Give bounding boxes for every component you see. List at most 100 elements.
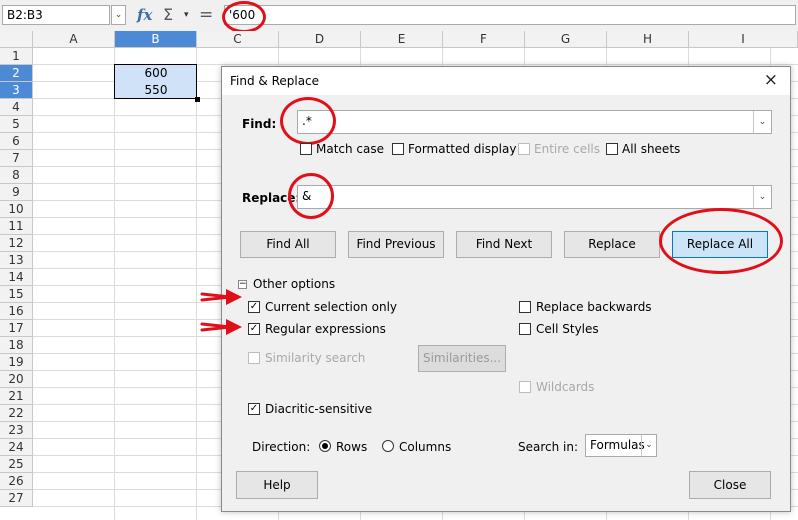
row-header-16[interactable]: 16 — [0, 303, 33, 320]
similarity-search-checkbox — [248, 352, 260, 364]
find-label: Find: — [242, 117, 277, 131]
row-header-2[interactable]: 2 — [0, 65, 33, 82]
replace-backwards-label[interactable]: Replace backwards — [536, 300, 652, 314]
help-button[interactable]: Help — [236, 471, 318, 499]
find-value: .* — [302, 114, 312, 128]
column-header-d[interactable]: D — [279, 31, 361, 48]
row-header-10[interactable]: 10 — [0, 201, 33, 218]
direction-rows-label[interactable]: Rows — [336, 440, 367, 454]
find-dropdown-icon[interactable]: ⌄ — [753, 111, 771, 133]
find-field[interactable]: .* ⌄ — [297, 110, 772, 134]
row-header-15[interactable]: 15 — [0, 286, 33, 303]
name-box[interactable]: B2:B3 — [2, 5, 110, 25]
row-header-23[interactable]: 23 — [0, 422, 33, 439]
similarities-button: Similarities... — [418, 345, 506, 372]
row-header-25[interactable]: 25 — [0, 456, 33, 473]
formatted-display-label[interactable]: Formatted display — [408, 142, 516, 156]
current-selection-only-label[interactable]: Current selection only — [265, 300, 397, 314]
direction-label: Direction: — [252, 440, 311, 454]
row-header-8[interactable]: 8 — [0, 167, 33, 184]
row-header-3[interactable]: 3 — [0, 82, 33, 99]
row-header-1[interactable]: 1 — [0, 48, 33, 65]
find-previous-button[interactable]: Find Previous — [348, 231, 444, 258]
name-box-dropdown-icon[interactable]: ⌄ — [111, 5, 126, 25]
autofill-handle[interactable] — [195, 97, 200, 102]
diacritic-sensitive-checkbox[interactable]: ✓ — [248, 403, 260, 415]
cell-styles-label[interactable]: Cell Styles — [536, 322, 599, 336]
wildcards-label: Wildcards — [536, 380, 595, 394]
cell-styles-checkbox[interactable] — [519, 323, 531, 335]
search-in-value: Formulas — [590, 438, 645, 452]
find-next-button[interactable]: Find Next — [456, 231, 552, 258]
row-header-17[interactable]: 17 — [0, 320, 33, 337]
column-header-a[interactable]: A — [33, 31, 115, 48]
entire-cells-label: Entire cells — [534, 142, 600, 156]
column-header-f[interactable]: F — [443, 31, 525, 48]
column-header-i[interactable]: I — [689, 31, 798, 48]
other-options-label[interactable]: Other options — [253, 277, 335, 291]
select-all-corner[interactable] — [0, 31, 33, 48]
column-header-g[interactable]: G — [525, 31, 607, 48]
replace-label: Replace: — [242, 191, 301, 205]
column-header-c[interactable]: C — [197, 31, 279, 48]
selection-border — [114, 64, 197, 99]
all-sheets-checkbox[interactable] — [606, 143, 618, 155]
column-header-h[interactable]: H — [607, 31, 689, 48]
diacritic-sensitive-label[interactable]: Diacritic-sensitive — [265, 402, 372, 416]
row-header-13[interactable]: 13 — [0, 252, 33, 269]
dialog-title: Find & Replace — [230, 74, 320, 88]
dialog-titlebar: Find & Replace × — [222, 67, 790, 95]
entire-cells-checkbox — [518, 143, 530, 155]
formula-bar: B2:B3 ⌄ fx Σ ▾ = '600 — [0, 0, 798, 32]
replace-all-button[interactable]: Replace All — [672, 231, 768, 258]
row-header-12[interactable]: 12 — [0, 235, 33, 252]
row-header-7[interactable]: 7 — [0, 150, 33, 167]
row-header-5[interactable]: 5 — [0, 116, 33, 133]
sum-icon[interactable]: Σ — [163, 5, 173, 25]
current-selection-only-checkbox[interactable]: ✓ — [248, 301, 260, 313]
formula-icon[interactable]: = — [199, 5, 213, 25]
collapse-icon[interactable]: − — [238, 280, 247, 289]
row-header-4[interactable]: 4 — [0, 99, 33, 116]
row-header-14[interactable]: 14 — [0, 269, 33, 286]
sum-dropdown-icon[interactable]: ▾ — [184, 5, 189, 25]
row-header-27[interactable]: 27 — [0, 490, 33, 507]
row-header-6[interactable]: 6 — [0, 133, 33, 150]
replace-button[interactable]: Replace — [564, 231, 660, 258]
formula-input[interactable]: '600 — [224, 5, 796, 25]
row-header-22[interactable]: 22 — [0, 405, 33, 422]
row-header-19[interactable]: 19 — [0, 354, 33, 371]
row-header-24[interactable]: 24 — [0, 439, 33, 456]
replace-dropdown-icon[interactable]: ⌄ — [753, 186, 771, 208]
search-in-select[interactable]: Formulas ⌄ — [585, 434, 657, 457]
column-header-b[interactable]: B — [115, 31, 197, 48]
row-header-11[interactable]: 11 — [0, 218, 33, 235]
search-in-label: Search in: — [518, 440, 579, 454]
wildcards-checkbox — [519, 381, 531, 393]
function-wizard-icon[interactable]: fx — [137, 5, 152, 25]
find-all-button[interactable]: Find All — [240, 231, 336, 258]
close-icon[interactable]: × — [764, 70, 778, 90]
regular-expressions-label[interactable]: Regular expressions — [265, 322, 386, 336]
row-header-18[interactable]: 18 — [0, 337, 33, 354]
regular-expressions-checkbox[interactable]: ✓ — [248, 323, 260, 335]
replace-field[interactable]: & ⌄ — [297, 185, 772, 209]
find-replace-dialog: Find & Replace × Find: .* ⌄ Match case F… — [221, 66, 791, 512]
column-header-e[interactable]: E — [361, 31, 443, 48]
match-case-checkbox[interactable] — [300, 143, 312, 155]
row-header-26[interactable]: 26 — [0, 473, 33, 490]
formatted-display-checkbox[interactable] — [392, 143, 404, 155]
close-button[interactable]: Close — [689, 471, 771, 499]
match-case-label[interactable]: Match case — [316, 142, 384, 156]
row-header-20[interactable]: 20 — [0, 371, 33, 388]
direction-columns-radio[interactable] — [382, 440, 394, 452]
search-in-dropdown-icon[interactable]: ⌄ — [641, 435, 656, 456]
similarity-search-label: Similarity search — [265, 351, 366, 365]
row-header-9[interactable]: 9 — [0, 184, 33, 201]
direction-columns-label[interactable]: Columns — [399, 440, 451, 454]
replace-backwards-checkbox[interactable] — [519, 301, 531, 313]
direction-rows-radio[interactable] — [319, 440, 331, 452]
all-sheets-label[interactable]: All sheets — [622, 142, 680, 156]
row-header-21[interactable]: 21 — [0, 388, 33, 405]
replace-value: & — [302, 189, 312, 203]
